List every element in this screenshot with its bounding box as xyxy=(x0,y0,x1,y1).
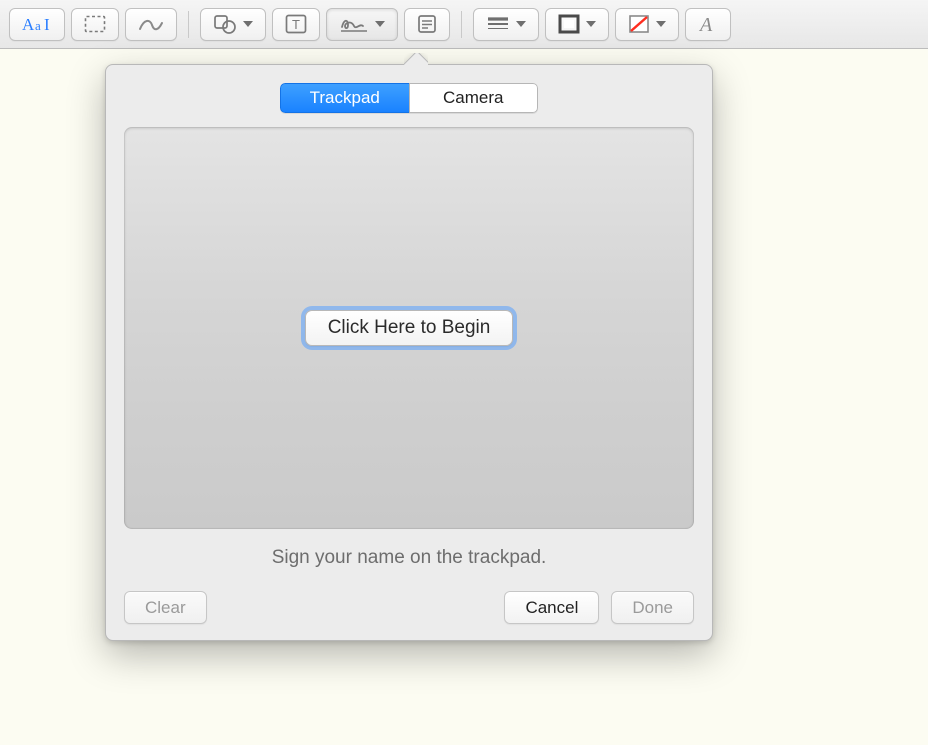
fill-color-icon xyxy=(628,14,650,34)
svg-text:T: T xyxy=(292,17,300,32)
chevron-down-icon xyxy=(516,21,526,27)
line-style-icon xyxy=(486,16,510,32)
text-box-button[interactable]: T xyxy=(272,8,320,41)
instruction-text: Sign your name on the trackpad. xyxy=(124,547,694,569)
text-style-button[interactable]: A a I xyxy=(9,8,65,41)
tab-trackpad[interactable]: Trackpad xyxy=(280,83,409,113)
font-style-icon: A xyxy=(698,14,718,34)
done-button[interactable]: Done xyxy=(611,591,694,624)
signature-source-tabs: Trackpad Camera xyxy=(280,83,538,113)
chevron-down-icon xyxy=(375,21,385,27)
signature-pad[interactable]: Click Here to Begin xyxy=(124,127,694,529)
chevron-down-icon xyxy=(243,21,253,27)
note-button[interactable] xyxy=(404,8,450,41)
draw-button[interactable] xyxy=(125,8,177,41)
popover-arrow xyxy=(404,53,428,65)
begin-button[interactable]: Click Here to Begin xyxy=(305,310,514,346)
shapes-icon xyxy=(213,14,237,34)
popover-button-row: Clear Cancel Done xyxy=(124,591,694,624)
cancel-button[interactable]: Cancel xyxy=(504,591,599,624)
svg-text:a: a xyxy=(35,18,41,33)
text-box-icon: T xyxy=(285,14,307,34)
signature-button[interactable] xyxy=(326,8,398,41)
svg-text:I: I xyxy=(44,15,50,34)
line-style-button[interactable] xyxy=(473,8,539,41)
selection-button[interactable] xyxy=(71,8,119,41)
toolbar-separator xyxy=(461,11,462,38)
tab-camera[interactable]: Camera xyxy=(409,83,539,113)
freehand-draw-icon xyxy=(138,15,164,33)
fill-color-button[interactable] xyxy=(615,8,679,41)
text-style-icon: A a I xyxy=(22,14,52,34)
svg-text:A: A xyxy=(698,14,713,34)
note-icon xyxy=(417,14,437,34)
stroke-color-icon xyxy=(558,14,580,34)
chevron-down-icon xyxy=(586,21,596,27)
toolbar-separator xyxy=(188,11,189,38)
document-area: Trackpad Camera Click Here to Begin Sign… xyxy=(0,49,928,744)
signature-popover: Trackpad Camera Click Here to Begin Sign… xyxy=(105,64,713,641)
selection-rect-icon xyxy=(84,15,106,33)
font-style-button[interactable]: A xyxy=(685,8,731,41)
stroke-color-button[interactable] xyxy=(545,8,609,41)
markup-toolbar: A a I T xyxy=(0,0,928,49)
clear-button[interactable]: Clear xyxy=(124,591,207,624)
svg-text:A: A xyxy=(22,15,35,34)
shapes-button[interactable] xyxy=(200,8,266,41)
signature-icon xyxy=(339,14,369,34)
chevron-down-icon xyxy=(656,21,666,27)
